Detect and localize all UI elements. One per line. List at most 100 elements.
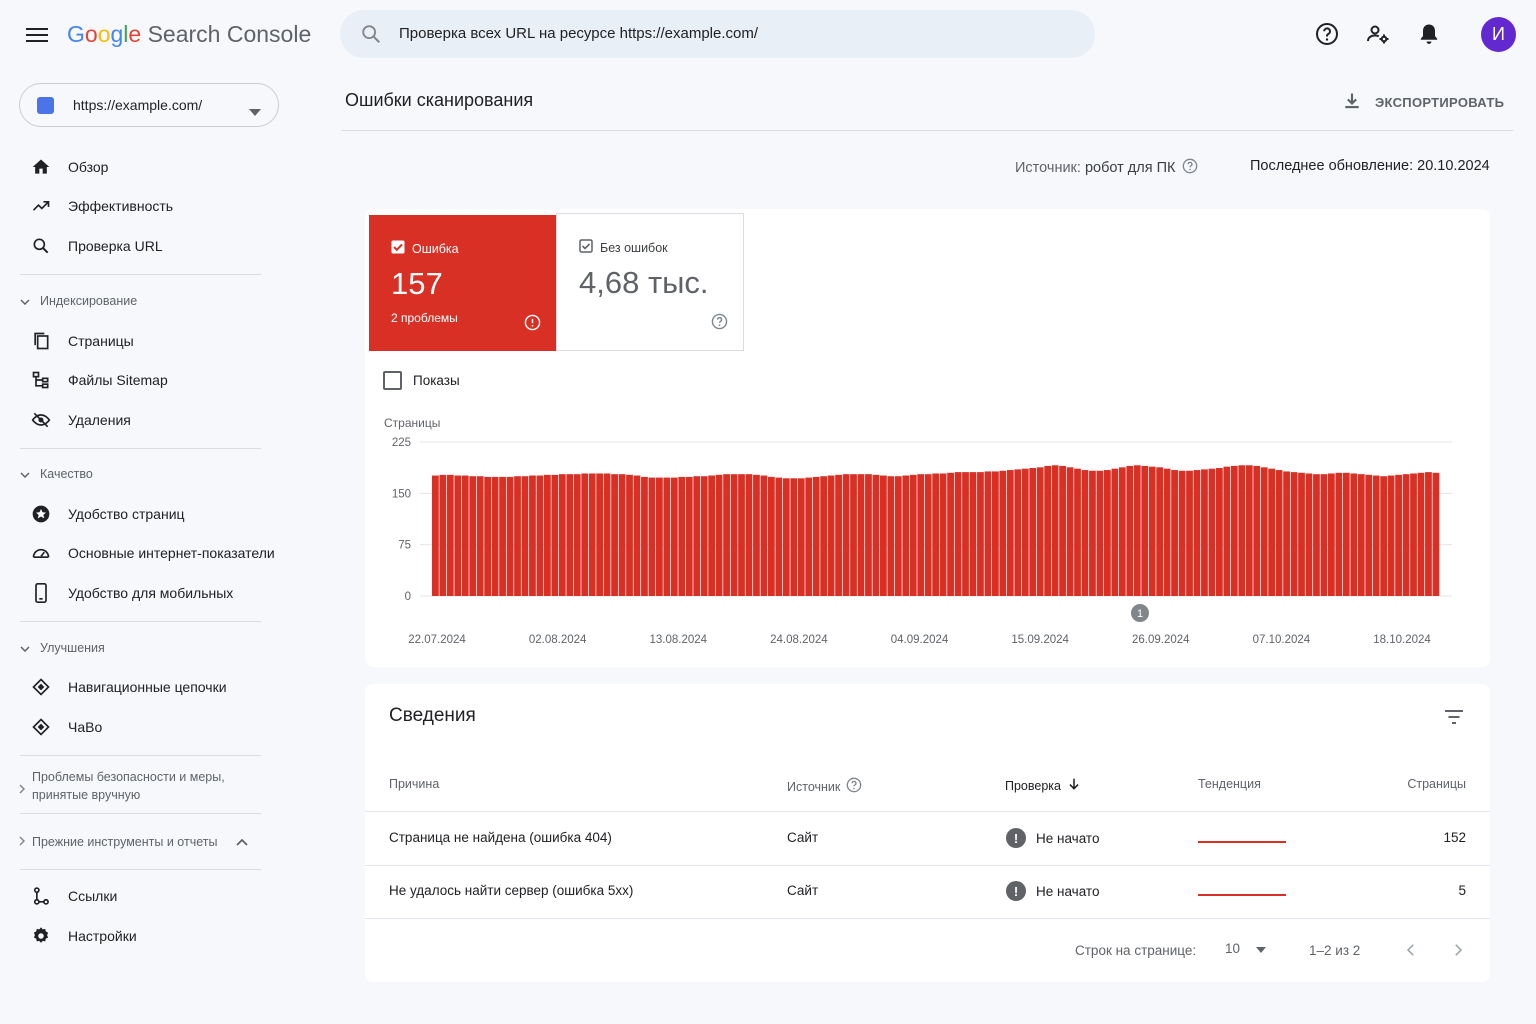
sidebar-item-links[interactable]: Ссылки [20,878,280,914]
chart-bar [1051,465,1059,596]
chart-bar [551,474,559,596]
x-tick-label: 18.10.2024 [1373,634,1431,646]
filter-icon[interactable] [1442,705,1466,734]
chart-bar [730,474,738,596]
next-page-icon[interactable] [1449,941,1467,964]
section-header-indexing[interactable]: Индексирование [20,294,137,308]
section-header-enhancements[interactable]: Улучшения [20,641,105,655]
checkbox-checked-icon[interactable] [579,239,593,256]
menu-icon[interactable] [22,20,52,50]
column-header-pages[interactable]: Страницы [1380,777,1466,791]
export-button[interactable]: ЭКСПОРТИРОВАТЬ [1342,91,1504,114]
impressions-toggle[interactable]: Показы [383,371,460,390]
page-range: 1–2 из 2 [1309,943,1361,958]
chart-bar [573,474,581,596]
chart-bar [753,474,760,596]
sidebar-item-sitemaps[interactable]: Файлы Sitemap [20,362,280,398]
chart-bar [880,475,887,596]
chart-bar [439,474,447,596]
section-header-security[interactable]: Проблемы безопасности и меры, принятые в… [19,768,259,804]
sidebar-item-url-inspection[interactable]: Проверка URL [20,228,280,264]
column-header-trend[interactable]: Тенденция [1198,777,1261,791]
links-icon [29,884,53,908]
export-label: ЭКСПОРТИРОВАТЬ [1375,95,1505,110]
sidebar-item-removals[interactable]: Удаления [20,402,280,438]
column-header-reason[interactable]: Причина [389,777,439,791]
rows-per-page-select[interactable]: 10 [1225,941,1267,956]
avatar[interactable]: И [1481,17,1516,52]
checkbox-unchecked-icon[interactable] [383,371,402,390]
chart-bar [947,472,954,596]
chart-bar [685,476,693,596]
search-icon [29,234,53,258]
chart-bar [1387,475,1395,596]
help-icon[interactable] [1182,158,1198,178]
search-bar[interactable]: Проверка всех URL на ресурсе https://exa… [340,10,1095,58]
chart-bar [1171,470,1178,596]
chart-bar [909,474,917,596]
notifications-icon[interactable] [1413,18,1445,50]
chart-bar [723,474,730,596]
chart-bar [1342,472,1350,596]
rows-per-page-label: Строк на странице: [1075,943,1197,958]
chart-bar [924,474,932,596]
help-icon[interactable] [1311,18,1343,50]
chart-bar [1425,472,1432,596]
sidebar-item-label: Удаления [68,412,131,428]
chart-bar [1335,472,1343,596]
chart-bar [1275,470,1283,596]
app-logo[interactable]: Google Search Console [67,20,311,48]
chevron-down-icon [20,641,32,655]
help-icon[interactable] [846,777,862,796]
sidebar-item-mobile-usability[interactable]: Удобство для мобильных [20,575,280,611]
sidebar-item-faq[interactable]: ЧаВо [20,709,280,745]
info-icon[interactable] [524,314,541,336]
checkbox-checked-icon[interactable] [391,240,405,257]
column-header-source[interactable]: Источник [787,777,862,796]
sidebar-item-overview[interactable]: Обзор [20,149,280,185]
sidebar-item-core-web-vitals[interactable]: Основные интернет-показатели [20,535,280,571]
sidebar-item-page-experience[interactable]: Удобство страниц [20,496,280,532]
dropdown-arrow-icon [249,103,261,121]
sidebar-item-label: Основные интернет-показатели [68,545,275,561]
sidebar-item-label: Удобство для мобильных [68,585,234,601]
sidebar-divider [20,274,261,275]
chevron-right-icon [19,781,26,799]
property-selector[interactable]: https://example.com/ [19,83,279,127]
section-header-label: Прежние инструменты и отчеты [32,835,218,849]
search-input[interactable]: Проверка всех URL на ресурсе https://exa… [399,25,758,42]
section-header-quality[interactable]: Качество [20,467,93,481]
chart-bar [768,476,775,596]
metric-value: 4,68 тыс. [579,265,709,300]
speedometer-icon [29,541,53,565]
column-header-check[interactable]: Проверка [1005,777,1081,794]
logo-product-name: Search Console [147,21,312,47]
home-icon [29,155,53,179]
dropdown-arrow-icon [1256,941,1267,956]
sidebar-item-performance[interactable]: Эффективность [20,188,280,224]
chart-bar [1059,465,1066,596]
chart-bar [977,472,984,596]
section-header-legacy[interactable]: Прежние инструменты и отчеты [19,833,249,851]
bar-chart: Страницы 0 75 150 225 22.07.2024 02.08.2024 13.… [384,416,1452,646]
help-icon[interactable] [711,313,728,335]
chart-bar [461,475,469,596]
chart-bar [476,476,484,596]
row-status: ! Не начато [1006,881,1099,901]
chart-bar [499,476,506,596]
metric-card-error[interactable]: Ошибка 157 2 проблемы [369,215,556,351]
sidebar-item-settings[interactable]: Настройки [20,918,280,954]
chart-bar [678,476,686,596]
manage-users-icon[interactable] [1362,18,1394,50]
metric-header: Без ошибок [579,239,668,256]
x-tick-label: 24.08.2024 [770,634,828,646]
sidebar-item-breadcrumbs[interactable]: Навигационные цепочки [20,669,280,705]
row-source: Сайт [787,883,819,898]
sidebar-item-pages[interactable]: Страницы [20,323,280,359]
metric-card-no-errors[interactable]: Без ошибок 4,68 тыс. [556,213,744,351]
chart-bar [1148,466,1156,596]
chevron-down-icon [20,467,32,481]
chart-bar [1230,465,1238,596]
prev-page-icon[interactable] [1402,941,1420,964]
column-header-label: Проверка [1005,778,1061,793]
